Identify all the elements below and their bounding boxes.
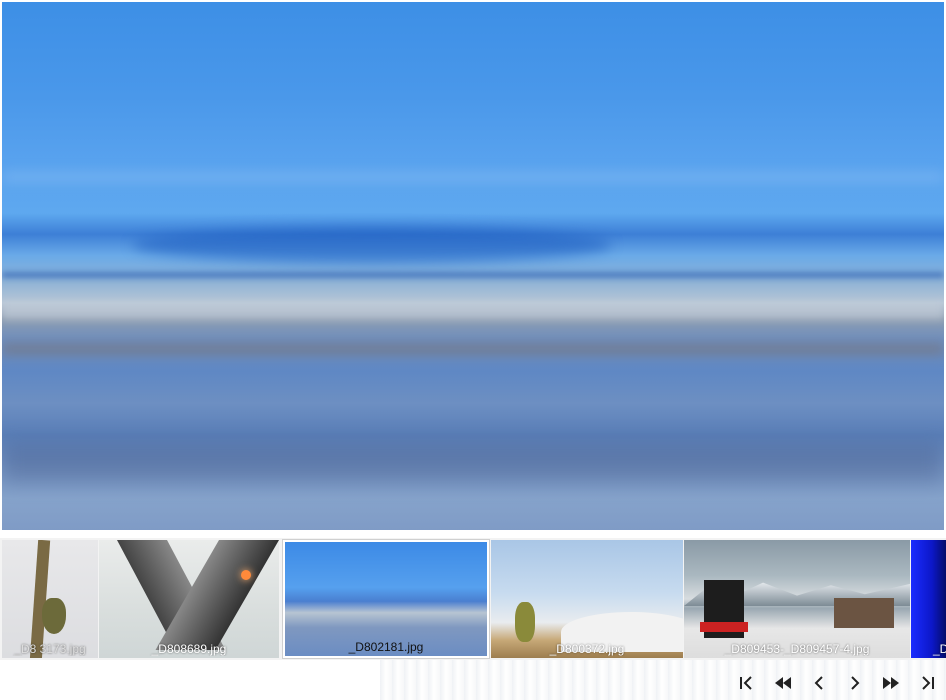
thumbnail[interactable]: _D (911, 540, 946, 658)
thumbnail-caption: _D809453-_D809457-4.jpg (724, 642, 870, 656)
thumbnail-caption: _D (933, 642, 946, 656)
thumbnail-art (700, 622, 748, 632)
next-icon (851, 676, 860, 690)
thumbnail-caption: _D800372.jpg (549, 642, 625, 656)
previous-button[interactable] (805, 671, 833, 695)
last-icon (922, 676, 934, 690)
thumbnail-art (834, 598, 894, 628)
thumbnail-art (241, 570, 251, 580)
image-detail (2, 302, 944, 320)
main-image-viewer (2, 2, 944, 530)
first-button[interactable] (733, 671, 761, 695)
thumbnail-caption: _D8 3173.jpg (14, 642, 86, 656)
thumbnail-active[interactable]: _D802181.jpg (282, 539, 490, 659)
thumbnail-strip: _D8 3173.jpg _D808689.jpg _D802181.jpg _… (0, 538, 946, 660)
navigation-controls (0, 660, 946, 700)
thumbnail[interactable]: _D808689.jpg (99, 540, 279, 658)
thumbnail-art (515, 602, 535, 642)
thumbnail-art (42, 598, 66, 634)
thumbnail-caption: _D802181.jpg (348, 640, 424, 654)
rewind-icon (775, 677, 791, 689)
thumbnail-caption: _D808689.jpg (151, 642, 227, 656)
thumbnail-art (700, 580, 748, 638)
image-detail (132, 227, 612, 263)
thumbnail[interactable]: _D809453-_D809457-4.jpg (684, 540, 910, 658)
image-detail (2, 172, 944, 182)
rewind-button[interactable] (769, 671, 797, 695)
fast-forward-icon (883, 677, 899, 689)
thumbnail[interactable]: _D8 3173.jpg (2, 540, 98, 658)
next-button[interactable] (841, 671, 869, 695)
image-detail (2, 442, 944, 482)
first-icon (740, 676, 752, 690)
previous-icon (814, 676, 823, 690)
thumbnail[interactable]: _D800372.jpg (491, 540, 683, 658)
image-detail (2, 342, 944, 356)
image-detail (2, 272, 944, 278)
fast-forward-button[interactable] (877, 671, 905, 695)
last-button[interactable] (913, 671, 941, 695)
